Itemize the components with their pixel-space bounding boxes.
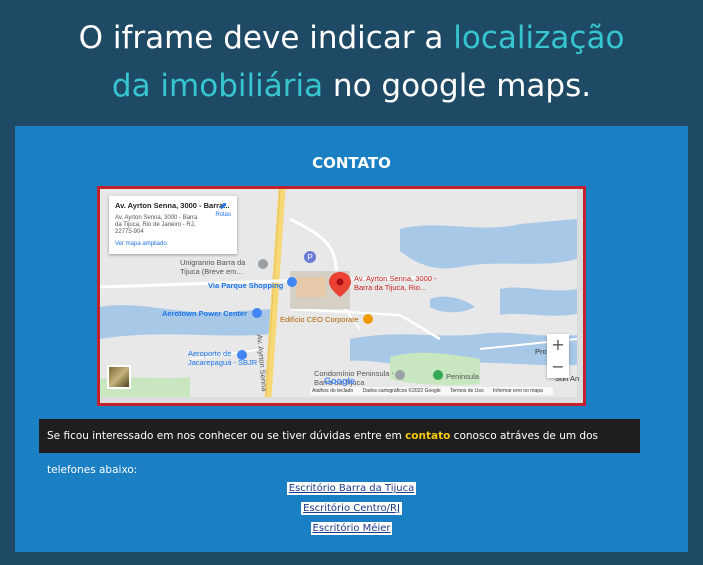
headline-line-1: O iframe deve indicar a localização: [0, 14, 703, 62]
message-text: Se ficou interessado em nos conhecer ou …: [47, 430, 406, 442]
park-icon: [433, 370, 443, 380]
google-logo: Google: [324, 376, 355, 386]
map-iframe[interactable]: P Av. Ayrton Senna, 3000 - Barra... Av. …: [97, 186, 586, 406]
map-label-aerotown[interactable]: Aerotown Power Center: [162, 309, 247, 318]
shopping-icon: [252, 308, 262, 318]
shopping-icon: [287, 277, 297, 287]
report-error-link[interactable]: Informar erro no mapa: [493, 388, 543, 394]
contact-panel: CONTATO P Av. Ayrton Senna, 3000 - Barra…: [15, 126, 688, 552]
headline-text: O iframe deve indicar a: [78, 20, 454, 56]
place-info-card: Av. Ayrton Senna, 3000 - Barra... Av. Ay…: [109, 196, 237, 254]
enlarge-map-link[interactable]: Ver mapa ampliado: [115, 241, 231, 247]
headline-highlight: localização: [453, 20, 625, 56]
contact-message: Se ficou interessado em nos conhecer ou …: [39, 419, 640, 476]
map-label-unigranrio[interactable]: Unigranrio Barra da Tijuca (Breve em...: [180, 258, 262, 276]
map-label-aeroporto[interactable]: Aeroporto de Jacarepaguá - SBJR: [188, 349, 266, 367]
office-link-meier[interactable]: Escritório Méier: [310, 522, 393, 535]
terms-link[interactable]: Termos de Uso: [450, 388, 484, 394]
place-title: Av. Ayrton Senna, 3000 - Barra...: [115, 201, 230, 210]
zoom-control: + −: [547, 334, 569, 378]
directions-label: Rotas: [215, 212, 231, 218]
message-highlight: contato: [405, 430, 451, 442]
svg-text:P: P: [308, 253, 313, 262]
headline-text: no google maps.: [323, 68, 592, 104]
map-data-text: Dados cartográficos ©2022 Google: [362, 388, 441, 394]
map-attribution: Atalhos do teclado Dados cartográficos ©…: [310, 387, 553, 395]
headline-line-2: da imobiliária no google maps.: [0, 62, 703, 110]
headline: O iframe deve indicar a localização da i…: [0, 14, 703, 110]
keyboard-shortcuts-link[interactable]: Atalhos do teclado: [312, 388, 353, 394]
headline-highlight: da imobiliária: [111, 68, 324, 104]
street-view-thumbnail[interactable]: [107, 365, 131, 389]
office-icon: [363, 314, 373, 324]
place-address: Av. Ayrton Senna, 3000 - Barra da Tijuca…: [115, 215, 198, 235]
map-label-marker[interactable]: Av. Ayrton Senna, 3000 - Barra da Tijuca…: [354, 274, 449, 292]
zoom-in-button[interactable]: +: [547, 334, 569, 356]
map-label-edificio[interactable]: Edifício CEO Corporate: [280, 315, 358, 324]
map-label-via-parque[interactable]: Via Parque Shopping: [208, 281, 283, 290]
office-links: Escritório Barra da Tijuca Escritório Ce…: [15, 478, 688, 538]
map-label-partial: Pro: [535, 347, 547, 356]
zoom-out-button[interactable]: −: [547, 356, 569, 378]
office-link-centro[interactable]: Escritório Centro/RJ: [301, 502, 402, 515]
map-label-peninsula[interactable]: Peninsula: [446, 372, 479, 381]
section-title: CONTATO: [312, 154, 391, 172]
directions-icon: ⬈: [218, 201, 228, 212]
office-link-barra[interactable]: Escritório Barra da Tijuca: [286, 482, 417, 495]
directions-button[interactable]: ⬈ Rotas: [215, 201, 231, 219]
